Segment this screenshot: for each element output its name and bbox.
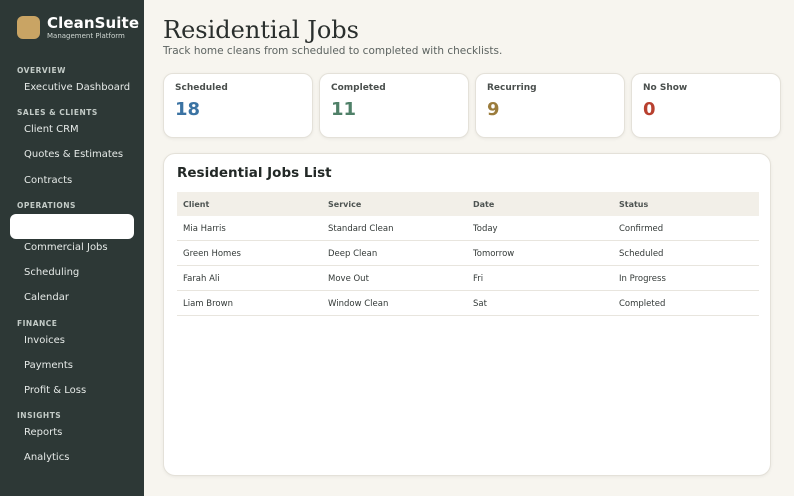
- table-row[interactable]: Mia Harris Standard Clean Today Confirme…: [177, 216, 759, 241]
- cell-status: Completed: [619, 299, 666, 309]
- cell-date: Tomorrow: [473, 249, 515, 259]
- sidebar-item-contracts[interactable]: Contracts: [24, 175, 72, 187]
- sidebar: CleanSuite Management Platform OVERVIEW …: [0, 0, 144, 496]
- sidebar-item-analytics[interactable]: Analytics: [24, 452, 69, 464]
- sidebar-item-residential-jobs-active[interactable]: [10, 214, 134, 239]
- cell-client: Farah Ali: [183, 274, 220, 284]
- stat-value: 18: [175, 99, 201, 120]
- stat-value: 9: [487, 99, 500, 120]
- column-header-service[interactable]: Service: [328, 200, 361, 209]
- cell-client: Mia Harris: [183, 224, 226, 234]
- jobs-list-panel: Residential Jobs List Client Service Dat…: [163, 153, 771, 476]
- cell-status: Confirmed: [619, 224, 664, 234]
- section-sales-clients: SALES & CLIENTS: [17, 108, 98, 117]
- cell-date: Fri: [473, 274, 484, 284]
- sidebar-item-quotes-estimates[interactable]: Quotes & Estimates: [24, 149, 123, 161]
- table-row[interactable]: Liam Brown Window Clean Sat Completed: [177, 291, 759, 316]
- page-title: Residential Jobs: [163, 16, 359, 44]
- section-insights: INSIGHTS: [17, 411, 62, 420]
- sidebar-item-executive-dashboard[interactable]: Executive Dashboard: [24, 82, 130, 94]
- section-finance: FINANCE: [17, 319, 58, 328]
- stat-value: 11: [331, 99, 357, 120]
- brand-name: CleanSuite: [47, 14, 140, 32]
- brand-subtitle: Management Platform: [47, 32, 125, 40]
- cell-service: Deep Clean: [328, 249, 378, 259]
- stat-label: Completed: [331, 83, 386, 93]
- table-header: Client Service Date Status: [177, 192, 759, 216]
- cell-service: Move Out: [328, 274, 369, 284]
- sidebar-item-client-crm[interactable]: Client CRM: [24, 124, 79, 136]
- stat-value: 0: [643, 99, 656, 120]
- cell-service: Window Clean: [328, 299, 389, 309]
- brand[interactable]: CleanSuite Management Platform: [17, 15, 139, 40]
- section-overview: OVERVIEW: [17, 66, 66, 75]
- cell-client: Liam Brown: [183, 299, 233, 309]
- stat-label: Recurring: [487, 83, 537, 93]
- stat-card-no-show: No Show 0: [631, 73, 781, 138]
- stat-label: No Show: [643, 83, 688, 93]
- cell-date: Sat: [473, 299, 487, 309]
- sidebar-item-scheduling[interactable]: Scheduling: [24, 267, 79, 279]
- cell-status: Scheduled: [619, 249, 664, 259]
- cell-status: In Progress: [619, 274, 666, 284]
- sidebar-item-commercial-jobs[interactable]: Commercial Jobs: [24, 242, 108, 254]
- section-operations: OPERATIONS: [17, 201, 76, 210]
- stat-label: Scheduled: [175, 83, 228, 93]
- stat-card-recurring: Recurring 9: [475, 73, 625, 138]
- sidebar-item-payments[interactable]: Payments: [24, 360, 73, 372]
- sidebar-item-calendar[interactable]: Calendar: [24, 292, 69, 304]
- page-subtitle: Track home cleans from scheduled to comp…: [163, 45, 503, 57]
- sidebar-item-invoices[interactable]: Invoices: [24, 335, 65, 347]
- column-header-client[interactable]: Client: [183, 200, 209, 209]
- stat-card-scheduled: Scheduled 18: [163, 73, 313, 138]
- column-header-date[interactable]: Date: [473, 200, 494, 209]
- cell-date: Today: [473, 224, 498, 234]
- sidebar-item-profit-loss[interactable]: Profit & Loss: [24, 385, 86, 397]
- table-row[interactable]: Green Homes Deep Clean Tomorrow Schedule…: [177, 241, 759, 266]
- brand-logo-icon: [17, 16, 40, 39]
- column-header-status[interactable]: Status: [619, 200, 648, 209]
- cell-client: Green Homes: [183, 249, 241, 259]
- stat-card-completed: Completed 11: [319, 73, 469, 138]
- cell-service: Standard Clean: [328, 224, 394, 234]
- sidebar-item-reports[interactable]: Reports: [24, 427, 62, 439]
- panel-title: Residential Jobs List: [177, 165, 332, 181]
- table-row[interactable]: Farah Ali Move Out Fri In Progress: [177, 266, 759, 291]
